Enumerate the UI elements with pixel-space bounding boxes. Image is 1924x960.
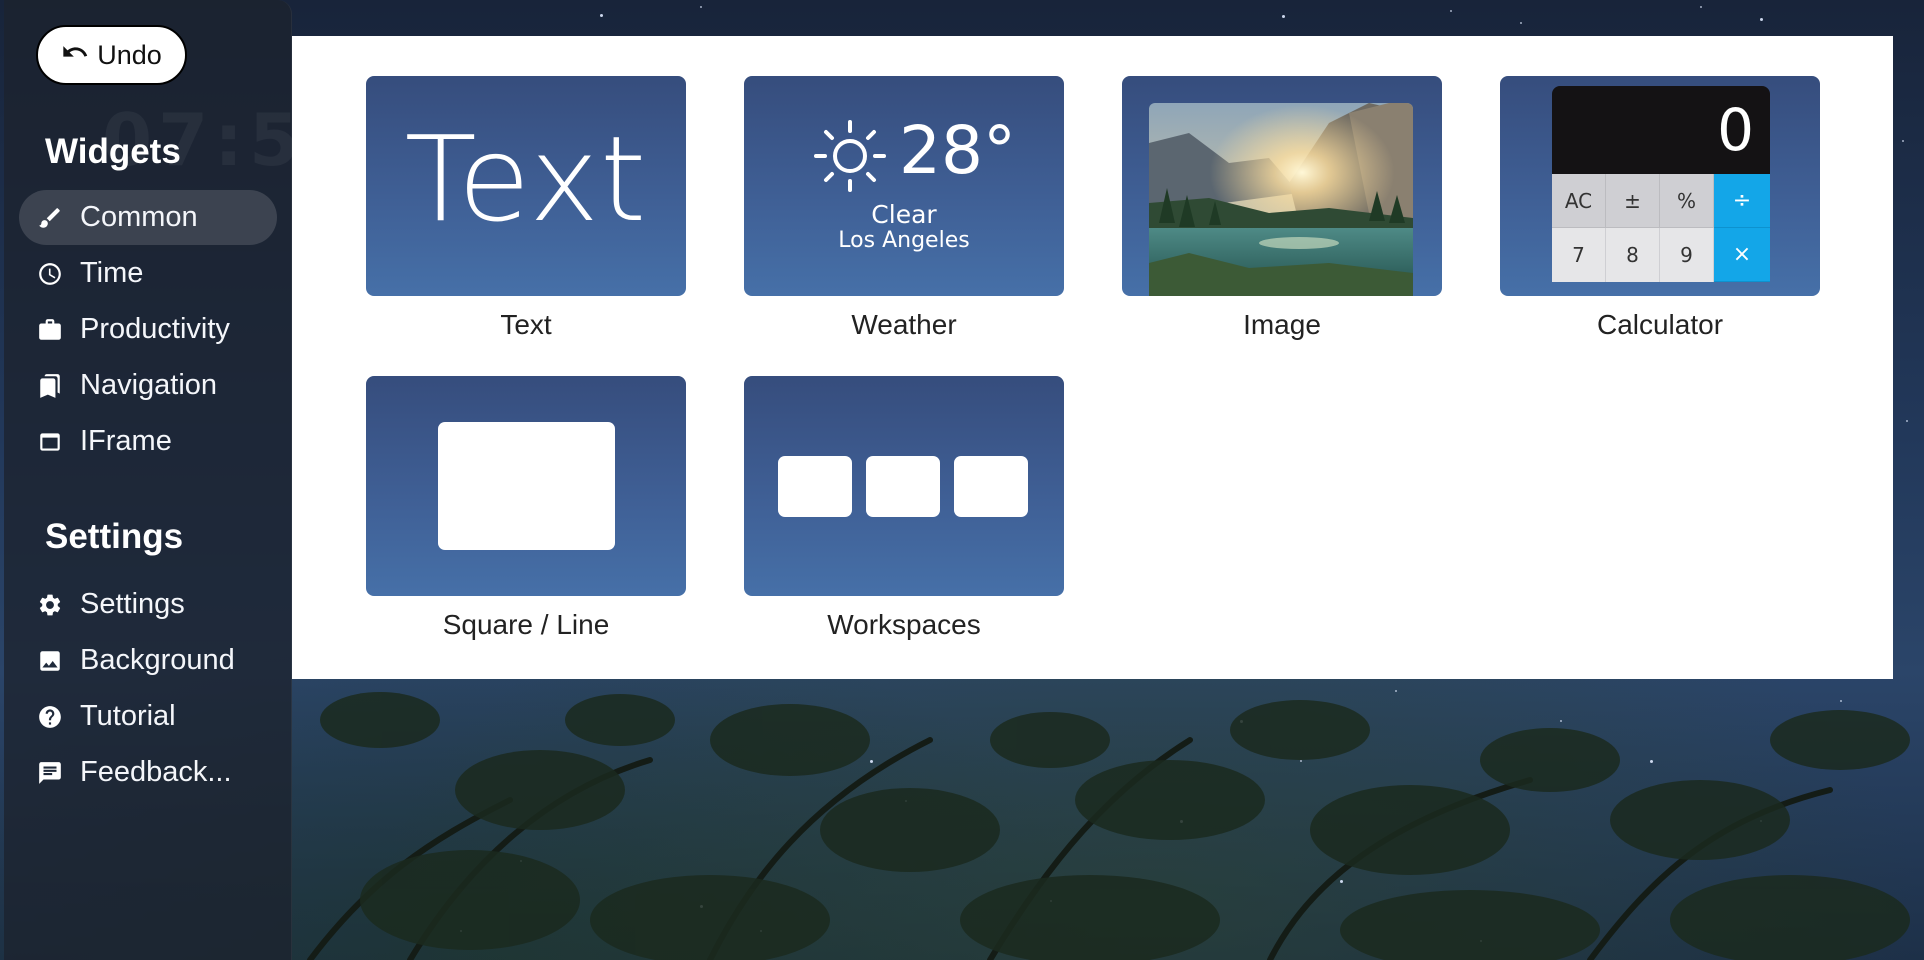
sidebar-item-feedback[interactable]: Feedback... <box>19 745 277 800</box>
widgets-section-title: Widgets <box>45 132 181 171</box>
sidebar-item-navigation[interactable]: Navigation <box>19 358 277 413</box>
undo-icon <box>61 38 89 73</box>
widget-thumbnail: 0 AC ± % ÷ 7 8 9 × <box>1500 76 1820 296</box>
sidebar-item-label: Feedback... <box>80 756 232 788</box>
calc-key-ac: AC <box>1552 174 1606 228</box>
calc-key-7: 7 <box>1552 228 1606 282</box>
sidebar-item-common[interactable]: Common <box>19 190 277 245</box>
sidebar-item-background[interactable]: Background <box>19 633 277 688</box>
sidebar-item-label: Settings <box>80 588 185 620</box>
weather-temperature: 28° <box>899 112 1016 189</box>
workspace-tile <box>778 456 852 517</box>
sidebar-item-label: Background <box>80 644 235 676</box>
brush-icon <box>36 204 64 232</box>
sun-icon <box>814 120 886 192</box>
widget-card-square-line[interactable]: Square / Line <box>366 376 686 641</box>
sidebar-item-label: Common <box>80 201 198 233</box>
briefcase-icon <box>36 316 64 344</box>
widget-label: Text <box>500 309 552 340</box>
widget-card-image[interactable]: Image <box>1122 76 1442 341</box>
widget-thumbnail <box>366 376 686 596</box>
sidebar-item-tutorial[interactable]: Tutorial <box>19 689 277 744</box>
undo-label: Undo <box>97 39 162 70</box>
bookmarks-icon <box>36 372 64 400</box>
widget-label: Workspaces <box>827 609 981 640</box>
sidebar: 07:5 Undo Widgets Common Time Productivi… <box>4 0 299 960</box>
workspace-tile <box>954 456 1028 517</box>
widget-thumbnail <box>744 376 1064 596</box>
widget-label: Calculator <box>1596 309 1724 340</box>
widget-label: Image <box>1243 309 1321 340</box>
calc-key-9: 9 <box>1660 228 1714 282</box>
weather-city: Los Angeles <box>838 228 970 253</box>
sidebar-item-label: IFrame <box>80 425 172 457</box>
calc-key-percent: % <box>1660 174 1714 228</box>
square-shape-preview <box>438 422 615 550</box>
sidebar-item-time[interactable]: Time <box>19 246 277 301</box>
pine-branches-silhouette <box>307 692 1910 960</box>
clock-icon <box>36 260 64 288</box>
image-icon <box>36 647 64 675</box>
landscape-photo <box>1149 103 1413 296</box>
widget-label: Square / Line <box>442 609 610 640</box>
widget-card-workspaces[interactable]: Workspaces <box>744 376 1064 641</box>
sidebar-item-label: Productivity <box>80 313 230 345</box>
sidebar-item-label: Navigation <box>80 369 218 401</box>
calc-key-divide: ÷ <box>1714 174 1770 228</box>
sidebar-item-iframe[interactable]: IFrame <box>19 414 277 469</box>
settings-section-title: Settings <box>45 517 184 556</box>
widget-label: Weather <box>851 309 957 340</box>
widget-thumbnail <box>1122 76 1442 296</box>
widget-thumbnail: Text <box>366 76 686 296</box>
widget-card-calculator[interactable]: 0 AC ± % ÷ 7 8 9 × Calculator <box>1500 76 1820 341</box>
undo-button[interactable]: Undo <box>36 25 187 85</box>
calculator-preview: 0 AC ± % ÷ 7 8 9 × <box>1552 86 1770 296</box>
widget-card-weather[interactable]: 28° Clear Los Angeles Weather <box>744 76 1064 341</box>
sidebar-item-label: Time <box>80 257 144 289</box>
help-circle-icon <box>36 703 64 731</box>
sidebar-item-settings[interactable]: Settings <box>19 577 277 632</box>
widget-card-text[interactable]: Text Text <box>366 76 686 341</box>
calc-key-multiply: × <box>1714 228 1770 282</box>
weather-condition: Clear <box>871 200 937 229</box>
calc-key-plus-minus: ± <box>1606 174 1660 228</box>
workspace-tile <box>866 456 940 517</box>
text-preview: Text <box>404 110 648 248</box>
calculator-display: 0 <box>1552 86 1770 174</box>
window-icon <box>36 428 64 456</box>
widget-gallery-panel: Text Text 28° Clear Los Angeles Weather … <box>292 36 1893 679</box>
gear-icon <box>36 591 64 619</box>
sidebar-item-productivity[interactable]: Productivity <box>19 302 277 357</box>
widget-thumbnail: 28° Clear Los Angeles <box>744 76 1064 296</box>
calc-key-8: 8 <box>1606 228 1660 282</box>
comment-icon <box>36 759 64 787</box>
sidebar-item-label: Tutorial <box>80 700 176 732</box>
